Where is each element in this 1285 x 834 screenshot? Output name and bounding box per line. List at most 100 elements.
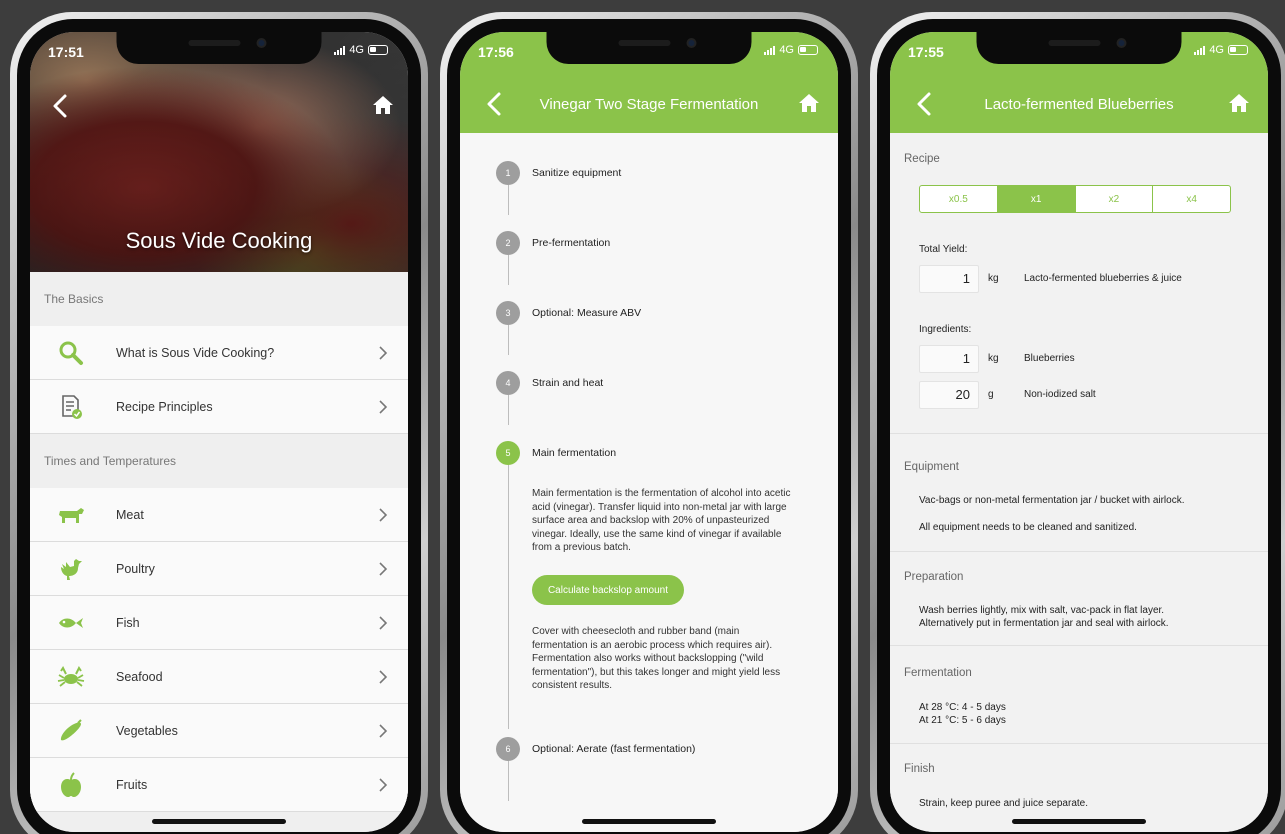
chevron-right-icon bbox=[379, 669, 388, 684]
back-icon[interactable] bbox=[48, 92, 74, 120]
step-label: Pre-fermentation bbox=[532, 237, 611, 249]
status-time: 17:51 bbox=[48, 44, 84, 60]
step-label: Optional: Measure ABV bbox=[532, 307, 642, 319]
preparation-text: Wash berries lightly, mix with salt, vac… bbox=[919, 605, 1165, 616]
chicken-icon bbox=[56, 556, 86, 582]
ingredients-label: Ingredients: bbox=[919, 324, 972, 335]
phone-frame-1: 17:51 4G Sous Vide Cooking The Basics Wh… bbox=[10, 12, 428, 834]
ingredient-unit: kg bbox=[988, 353, 999, 364]
timeline-connector bbox=[508, 465, 509, 729]
chevron-right-icon bbox=[379, 399, 388, 414]
battery-icon bbox=[368, 45, 388, 55]
timeline-connector bbox=[508, 325, 509, 355]
step-number: 3 bbox=[496, 301, 520, 325]
status-time: 17:55 bbox=[908, 44, 944, 60]
yield-name: Lacto-fermented blueberries & juice bbox=[1024, 273, 1182, 284]
list-item-recipe-principles[interactable]: Recipe Principles bbox=[30, 380, 408, 434]
section-divider bbox=[890, 645, 1268, 646]
multiplier-segmented-control: x0.5 x1 x2 x4 bbox=[919, 185, 1231, 213]
screen-blueberries: 17:55 4G Lacto-fermented Blueberries Rec… bbox=[890, 32, 1268, 832]
step-number: 5 bbox=[496, 441, 520, 465]
multiplier-x0.5[interactable]: x0.5 bbox=[920, 186, 998, 212]
chevron-right-icon bbox=[379, 777, 388, 792]
total-yield-label: Total Yield: bbox=[919, 244, 968, 255]
document-check-icon bbox=[56, 394, 86, 420]
home-indicator[interactable] bbox=[152, 819, 286, 824]
network-label: 4G bbox=[779, 44, 794, 56]
fermentation-text: At 28 °C: 4 - 5 days bbox=[919, 702, 1006, 713]
list-item-what-is-sous-vide[interactable]: What is Sous Vide Cooking? bbox=[30, 326, 408, 380]
equipment-text: All equipment needs to be cleaned and sa… bbox=[919, 522, 1137, 533]
preparation-text: Alternatively put in fermentation jar an… bbox=[919, 618, 1169, 629]
topics-list: The Basics What is Sous Vide Cooking? Re… bbox=[30, 272, 408, 832]
cucumber-icon bbox=[56, 718, 86, 744]
section-label-basics: The Basics bbox=[44, 292, 104, 306]
list-item-seafood[interactable]: Seafood bbox=[30, 650, 408, 704]
section-divider bbox=[890, 551, 1268, 552]
battery-icon bbox=[1228, 45, 1248, 55]
home-icon[interactable] bbox=[372, 94, 394, 116]
home-icon[interactable] bbox=[1228, 92, 1250, 114]
recipe-label: Recipe bbox=[904, 153, 940, 165]
list-item-poultry[interactable]: Poultry bbox=[30, 542, 408, 596]
step-4[interactable]: 4 Strain and heat bbox=[496, 371, 603, 395]
network-label: 4G bbox=[349, 44, 364, 56]
list-item-label: What is Sous Vide Cooking? bbox=[116, 345, 275, 360]
section-divider bbox=[890, 743, 1268, 744]
notch bbox=[116, 32, 322, 64]
timeline-connector bbox=[508, 255, 509, 285]
step-label: Optional: Aerate (fast fermentation) bbox=[532, 743, 696, 755]
ingredient-name: Non-iodized salt bbox=[1024, 389, 1096, 400]
timeline-connector bbox=[508, 761, 509, 801]
list-item-label: Fish bbox=[116, 615, 140, 630]
ingredient-quantity-field[interactable]: 20 bbox=[919, 381, 979, 409]
yield-quantity-field[interactable]: 1 bbox=[919, 265, 979, 293]
signal-icon bbox=[1194, 45, 1206, 55]
fish-icon bbox=[56, 610, 86, 636]
yield-unit: kg bbox=[988, 273, 999, 284]
step-number: 4 bbox=[496, 371, 520, 395]
home-indicator[interactable] bbox=[1012, 819, 1146, 824]
ingredient-quantity-field[interactable]: 1 bbox=[919, 345, 979, 373]
steps-timeline: 1 Sanitize equipment 2 Pre-fermentation … bbox=[460, 133, 838, 832]
home-indicator[interactable] bbox=[582, 819, 716, 824]
multiplier-x4[interactable]: x4 bbox=[1153, 186, 1230, 212]
hero-title: Sous Vide Cooking bbox=[125, 228, 313, 253]
phone-frame-2: 17:56 4G Vinegar Two Stage Fermentation bbox=[440, 12, 858, 834]
step-2[interactable]: 2 Pre-fermentation bbox=[496, 231, 610, 255]
list-item-fruits[interactable]: Fruits bbox=[30, 758, 408, 812]
multiplier-x2[interactable]: x2 bbox=[1076, 186, 1154, 212]
step-description: Cover with cheesecloth and rubber band (… bbox=[532, 626, 781, 691]
fermentation-label: Fermentation bbox=[904, 667, 972, 679]
chevron-right-icon bbox=[379, 561, 388, 576]
step-number: 2 bbox=[496, 231, 520, 255]
step-5[interactable]: 5 Main fermentation bbox=[496, 441, 616, 465]
list-item-label: Seafood bbox=[116, 669, 163, 684]
list-item-label: Meat bbox=[116, 507, 144, 522]
chevron-right-icon bbox=[379, 723, 388, 738]
step-6[interactable]: 6 Optional: Aerate (fast fermentation) bbox=[496, 737, 695, 761]
page-title: Vinegar Two Stage Fermentation bbox=[539, 96, 759, 113]
step-1[interactable]: 1 Sanitize equipment bbox=[496, 161, 621, 185]
list-item-label: Vegetables bbox=[116, 723, 178, 738]
phone-frame-3: 17:55 4G Lacto-fermented Blueberries Rec… bbox=[870, 12, 1285, 834]
step-label: Sanitize equipment bbox=[532, 167, 622, 179]
step-3[interactable]: 3 Optional: Measure ABV bbox=[496, 301, 641, 325]
signal-icon bbox=[334, 45, 346, 55]
network-label: 4G bbox=[1209, 44, 1224, 56]
step-number: 1 bbox=[496, 161, 520, 185]
finish-label: Finish bbox=[904, 763, 935, 775]
step-label: Main fermentation bbox=[532, 447, 617, 459]
section-label-times: Times and Temperatures bbox=[44, 454, 177, 468]
list-item-meat[interactable]: Meat bbox=[30, 488, 408, 542]
cow-icon bbox=[56, 502, 86, 528]
home-icon[interactable] bbox=[798, 92, 820, 114]
list-item-vegetables[interactable]: Vegetables bbox=[30, 704, 408, 758]
calculate-backslop-button[interactable]: Calculate backslop amount bbox=[532, 575, 684, 605]
list-item-fish[interactable]: Fish bbox=[30, 596, 408, 650]
ingredient-unit: g bbox=[988, 389, 994, 400]
notch bbox=[546, 32, 752, 64]
recipe-content: Recipe x0.5 x1 x2 x4 Total Yield: 1 kg L… bbox=[890, 133, 1268, 832]
list-item-label: Poultry bbox=[116, 561, 155, 576]
multiplier-x1[interactable]: x1 bbox=[997, 186, 1076, 212]
